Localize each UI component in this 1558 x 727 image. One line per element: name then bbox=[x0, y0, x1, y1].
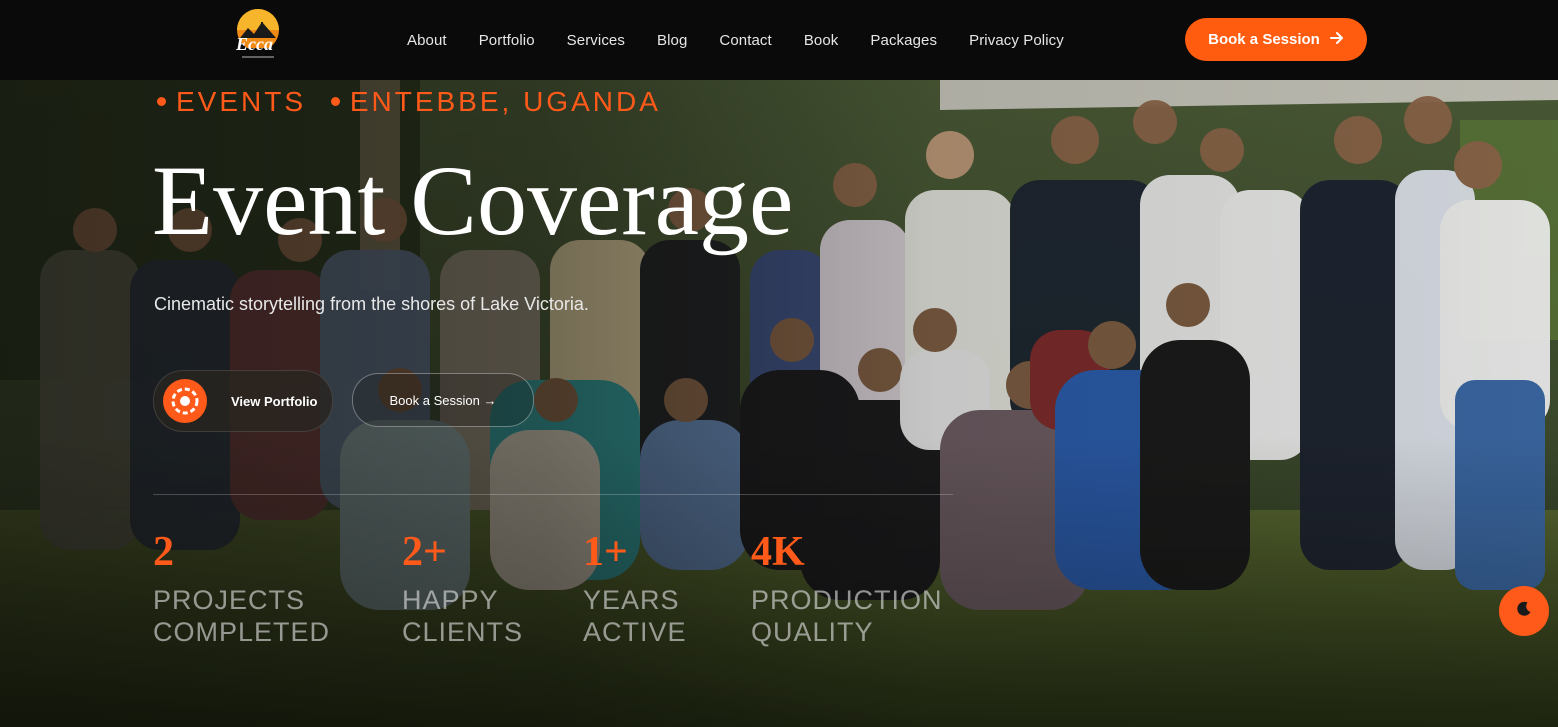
theme-toggle-button[interactable] bbox=[1499, 586, 1549, 636]
moon-icon bbox=[1515, 600, 1533, 623]
stat-label: HAPPY CLIENTS bbox=[402, 585, 524, 647]
view-portfolio-label: View Portfolio bbox=[231, 393, 318, 409]
nav-contact[interactable]: Contact bbox=[703, 32, 787, 49]
hero-section: EVENTS ENTEBBE, UGANDA Event Coverage Ci… bbox=[0, 80, 1558, 727]
divider bbox=[153, 494, 953, 495]
arrow-right-icon bbox=[1329, 31, 1344, 49]
nav-about[interactable]: About bbox=[391, 32, 463, 49]
stat-label: PRODUCTION QUALITY bbox=[751, 585, 943, 647]
stat-label: YEARS ACTIVE bbox=[583, 585, 687, 647]
stat-value: 4K bbox=[751, 529, 805, 575]
site-logo[interactable]: Ecca bbox=[232, 8, 284, 62]
eyebrow-location: ENTEBBE, UGANDA bbox=[349, 86, 661, 117]
nav-portfolio[interactable]: Portfolio bbox=[463, 32, 551, 49]
view-portfolio-button[interactable]: View Portfolio bbox=[153, 370, 333, 432]
aperture-icon bbox=[163, 379, 207, 423]
hero-eyebrow: EVENTS ENTEBBE, UGANDA bbox=[155, 86, 661, 118]
stat-label: PROJECTS COMPLETED bbox=[153, 585, 331, 647]
stat-value: 2 bbox=[153, 529, 174, 575]
top-navigation-bar: Ecca About Portfolio Services Blog Conta… bbox=[0, 0, 1558, 80]
nav-services[interactable]: Services bbox=[551, 32, 641, 49]
stat-clients: 2+ HAPPY CLIENTS bbox=[402, 528, 523, 648]
logo-wordmark: Ecca bbox=[236, 34, 273, 54]
hero-book-session-button[interactable]: Book a Session → bbox=[352, 373, 534, 427]
hero-subtitle: Cinematic storytelling from the shores o… bbox=[154, 294, 589, 314]
main-nav: About Portfolio Services Blog Contact Bo… bbox=[391, 0, 1080, 80]
bullet-dot bbox=[330, 96, 340, 106]
nav-blog[interactable]: Blog bbox=[641, 32, 703, 49]
stat-value: 1+ bbox=[583, 529, 628, 575]
stat-projects: 2 PROJECTS COMPLETED bbox=[153, 528, 330, 648]
nav-privacy-policy[interactable]: Privacy Policy bbox=[953, 32, 1080, 49]
stat-value: 2+ bbox=[402, 529, 447, 575]
eyebrow-category: EVENTS bbox=[176, 86, 307, 117]
book-session-label: Book a Session bbox=[1208, 31, 1320, 48]
page-title: Event Coverage bbox=[152, 145, 794, 256]
book-session-button[interactable]: Book a Session bbox=[1185, 18, 1367, 61]
bullet-dot bbox=[157, 96, 166, 106]
nav-packages[interactable]: Packages bbox=[854, 32, 953, 49]
stat-quality: 4K PRODUCTION QUALITY bbox=[751, 528, 943, 648]
nav-book[interactable]: Book bbox=[788, 32, 855, 49]
stat-years: 1+ YEARS ACTIVE bbox=[583, 528, 687, 648]
